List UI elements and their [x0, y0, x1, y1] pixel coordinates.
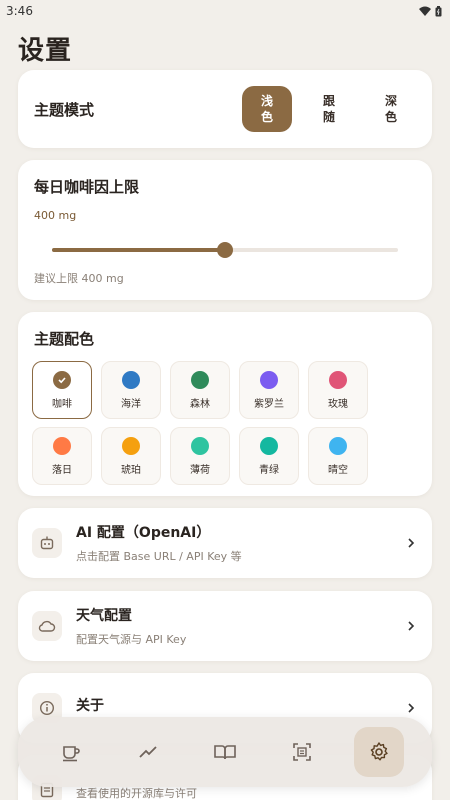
palette-swatches: 咖啡 海洋 森林 紫罗兰 玫瑰落日 琥珀 薄荷 青绿 晴空: [32, 361, 418, 485]
palette-swatch-label: 森林: [190, 398, 210, 410]
battery-icon: [435, 5, 442, 16]
settings-icon: [371, 742, 389, 761]
license-subtitle: 查看使用的开源库与许可: [76, 787, 197, 800]
book-icon: [214, 745, 236, 760]
palette-swatch-label: 海洋: [121, 398, 141, 410]
color-dot: [122, 370, 140, 389]
weather-config-title: 天气配置: [76, 608, 132, 624]
palette-swatch[interactable]: 玫瑰: [308, 361, 368, 419]
palette-swatch[interactable]: 海洋: [101, 361, 161, 419]
color-dot: [53, 436, 71, 455]
ai-config-subtitle: 点击配置 Base URL / API Key 等: [76, 550, 242, 563]
weather-config-subtitle: 配置天气源与 API Key: [76, 633, 187, 646]
nav-trends[interactable]: [123, 727, 173, 777]
trend-chart-icon: [139, 746, 157, 758]
color-dot: [260, 436, 278, 455]
page-title: 设置: [18, 36, 73, 66]
theme-follow-button[interactable]: 跟 随: [304, 86, 354, 132]
nav-book[interactable]: [200, 727, 250, 777]
status-bar: 3:46: [0, 0, 450, 22]
chevron-right-icon: [408, 621, 415, 631]
coffee-cup-icon: [62, 746, 80, 762]
nav-scan[interactable]: [277, 727, 327, 777]
palette-swatch-label: 青绿: [259, 464, 279, 476]
palette-swatch-label: 玫瑰: [328, 398, 348, 410]
palette-swatch[interactable]: 落日: [32, 427, 92, 485]
color-dot: [329, 370, 347, 389]
palette-swatch-label: 琥珀: [121, 464, 141, 476]
caffeine-limit-card: 每日咖啡因上限 400 mg 建议上限 400 mg: [18, 160, 432, 300]
chevron-right-icon: [408, 538, 415, 548]
palette-swatch-label: 紫罗兰: [254, 398, 284, 410]
cloud-icon: [32, 611, 62, 641]
theme-mode-label: 主题模式: [34, 100, 95, 119]
color-dot: [329, 436, 347, 455]
status-icons: [419, 5, 442, 17]
ai-config-row[interactable]: AI 配置（OpenAI） 点击配置 Base URL / API Key 等: [18, 508, 432, 578]
palette-swatch[interactable]: 青绿: [239, 427, 299, 485]
palette-title: 主题配色: [34, 330, 95, 348]
robot-icon: [32, 528, 62, 558]
palette-swatch[interactable]: 紫罗兰: [239, 361, 299, 419]
theme-light-button[interactable]: 浅 色: [242, 86, 292, 132]
palette-swatch[interactable]: 琥珀: [101, 427, 161, 485]
nav-settings[interactable]: [354, 727, 405, 777]
ai-config-title: AI 配置（OpenAI）: [76, 525, 211, 541]
color-dot: [191, 436, 209, 455]
palette-swatch-label: 薄荷: [190, 464, 210, 476]
theme-mode-card: 主题模式 浅 色 跟 随 深 色: [18, 70, 432, 148]
caffeine-hint: 建议上限 400 mg: [34, 272, 124, 285]
caffeine-slider[interactable]: [52, 242, 398, 258]
status-time: 3:46: [6, 4, 33, 18]
palette-swatch[interactable]: 咖啡: [32, 361, 92, 419]
slider-fill: [52, 248, 225, 252]
wifi-icon: [419, 6, 431, 16]
check-icon: [53, 370, 71, 389]
color-dot: [260, 370, 278, 389]
scan-icon: [293, 743, 311, 761]
palette-swatch-label: 落日: [52, 464, 72, 476]
palette-swatch-label: 晴空: [328, 464, 348, 476]
palette-swatch[interactable]: 晴空: [308, 427, 368, 485]
bottom-navigation: [18, 717, 432, 787]
slider-thumb[interactable]: [217, 242, 233, 258]
nav-coffee[interactable]: [46, 727, 96, 777]
theme-palette-card: 主题配色 咖啡 海洋 森林 紫罗兰 玫瑰落日 琥珀 薄荷 青绿 晴空: [18, 312, 432, 496]
palette-swatch[interactable]: 薄荷: [170, 427, 230, 485]
about-title: 关于: [76, 698, 104, 714]
color-dot: [191, 370, 209, 389]
palette-swatch[interactable]: 森林: [170, 361, 230, 419]
theme-mode-segmented: 浅 色 跟 随 深 色: [242, 86, 416, 132]
caffeine-value: 400 mg: [34, 209, 77, 222]
palette-swatch-label: 咖啡: [52, 398, 72, 410]
chevron-right-icon: [408, 703, 415, 713]
weather-config-row[interactable]: 天气配置 配置天气源与 API Key: [18, 591, 432, 661]
theme-dark-button[interactable]: 深 色: [366, 86, 416, 132]
caffeine-title: 每日咖啡因上限: [34, 178, 140, 196]
color-dot: [122, 436, 140, 455]
